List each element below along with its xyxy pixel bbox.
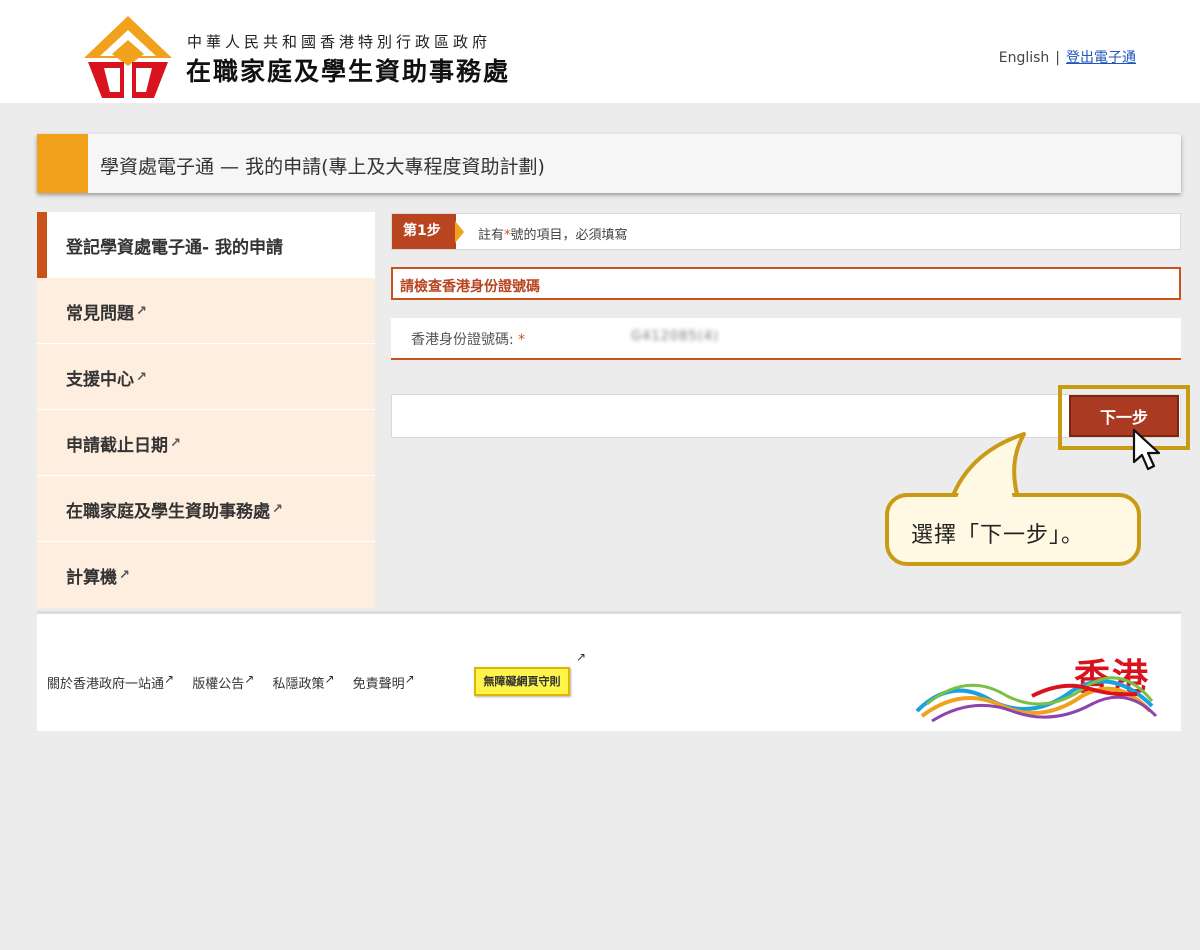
header-links: English | 登出電子通 [999,47,1136,67]
sidebar-item-calculator[interactable]: 計算機 ↗ [37,542,375,608]
mouse-pointer-icon [1132,428,1161,471]
hkid-value: G412085(4) [631,329,720,344]
external-link-icon: ↗ [272,502,283,517]
active-indicator [37,212,47,278]
wfsfaa-logo[interactable] [84,16,172,98]
sidebar-item-register[interactable]: 登記學資處電子通- 我的申請 [37,212,375,278]
footer-link-label: 免責聲明 [352,677,405,692]
callout-tail [950,432,1026,500]
sidebar-item-deadlines[interactable]: 申請截止日期 ↗ [37,410,375,476]
footer-link-privacy[interactable]: 私隱政策↗ [272,672,334,692]
sidebar-item-label: 支援中心 [66,370,134,390]
required-star: * [518,332,526,348]
external-link-icon: ↗ [404,672,415,686]
sidebar-item-label: 在職家庭及學生資助事務處 [66,502,270,522]
external-link-icon: ↗ [576,650,587,664]
page-title: 學資處電子通 — 我的申請(專上及大專程度資助計劃) [100,156,545,178]
section-title: 請檢查香港身份證號碼 [400,279,540,295]
step-arrow-icon [455,221,464,243]
footer-links: 關於香港政府一站通↗ 版權公告↗ 私隱政策↗ 免責聲明↗ [47,672,429,692]
hkid-label-text: 香港身份證號碼: [411,332,514,348]
accessibility-badge[interactable]: 無障礙網頁守則 [474,667,570,696]
sidebar-item-wfsfaa[interactable]: 在職家庭及學生資助事務處 ↗ [37,476,375,542]
required-note: 註有*號的項目，必須填寫 [478,224,628,243]
section-title-box: 請檢查香港身份證號碼 [391,267,1181,300]
sidebar-item-label: 常見問題 [66,304,134,324]
logout-link[interactable]: 登出電子通 [1066,50,1136,66]
required-note-prefix: 註有 [478,228,505,243]
next-step-button[interactable]: 下一步 [1069,395,1179,437]
sidebar-item-label: 申請截止日期 [66,436,168,456]
footer-link-label: 私隱政策 [272,677,325,692]
required-note-suffix: 號的項目，必須填寫 [510,228,628,243]
external-link-icon: ↗ [136,370,147,385]
footer-link-copyright[interactable]: 版權公告↗ [192,672,254,692]
external-link-icon: ↗ [244,672,255,686]
site-footer: 關於香港政府一站通↗ 版權公告↗ 私隱政策↗ 免責聲明↗ 無障礙網頁守則 ↗ 香… [37,611,1181,731]
external-link-icon: ↗ [170,436,181,451]
hkid-row: 香港身份證號碼: * G412085(4) [391,318,1181,360]
org-name-small: 中華人民共和國香港特別行政區政府 [187,33,492,51]
brand-hong-kong-dragon-logo [915,676,1158,723]
page-title-bar: 學資處電子通 — 我的申請(專上及大專程度資助計劃) [37,134,1181,193]
step-indicator: 第1步 註有*號的項目，必須填寫 [391,213,1181,250]
external-link-icon: ↗ [119,568,130,583]
footer-link-about[interactable]: 關於香港政府一站通↗ [47,672,174,692]
footer-link-disclaimer[interactable]: 免責聲明↗ [352,672,415,692]
external-link-icon: ↗ [136,304,147,319]
sidebar-item-support[interactable]: 支援中心 ↗ [37,344,375,410]
english-link[interactable]: English [999,50,1050,66]
external-link-icon: ↗ [164,672,175,686]
title-accent-block [37,134,88,193]
org-name-large: 在職家庭及學生資助事務處 [186,57,511,86]
sidebar-item-faq[interactable]: 常見問題 ↗ [37,278,375,344]
instruction-callout: 選擇「下一步」。 [885,493,1141,566]
site-header: 中華人民共和國香港特別行政區政府 在職家庭及學生資助事務處 English | 登出… [0,0,1200,103]
external-link-icon: ↗ [324,672,335,686]
header-separator: | [1055,50,1060,66]
footer-link-label: 版權公告 [192,677,245,692]
step-badge: 第1步 [392,214,456,249]
hkid-label: 香港身份證號碼: * [411,329,525,349]
callout-text: 選擇「下一步」。 [911,523,1085,548]
sidebar-item-label: 登記學資處電子通- 我的申請 [66,238,283,258]
sidebar-item-label: 計算機 [66,568,117,588]
sidebar-nav: 登記學資處電子通- 我的申請 常見問題 ↗ 支援中心 ↗ 申請截止日期 ↗ 在職家庭及… [37,212,375,608]
footer-link-label: 關於香港政府一站通 [47,677,165,692]
